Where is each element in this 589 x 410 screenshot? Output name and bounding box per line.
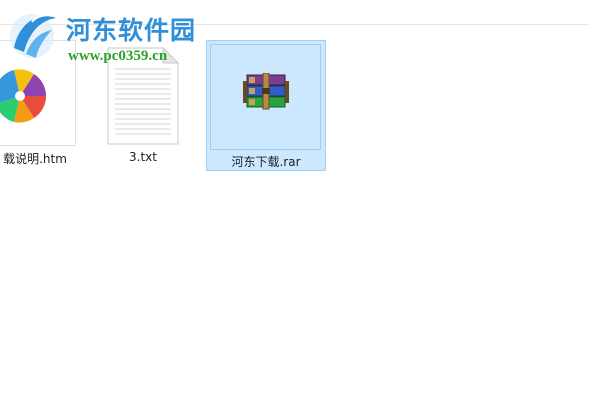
watermark-url: www.pc0359.cn xyxy=(68,48,168,64)
watermark: 河东软件园 www.pc0359.cn xyxy=(6,8,236,68)
watermark-title: 河东软件园 xyxy=(66,16,197,45)
winrar-archive-icon xyxy=(243,73,289,110)
site-logo-icon xyxy=(10,14,56,58)
file-name-htm: 载说明.htm xyxy=(3,152,67,166)
file-name-rar: 河东下载.rar xyxy=(231,155,301,169)
file-name-txt: 3.txt xyxy=(129,150,157,164)
